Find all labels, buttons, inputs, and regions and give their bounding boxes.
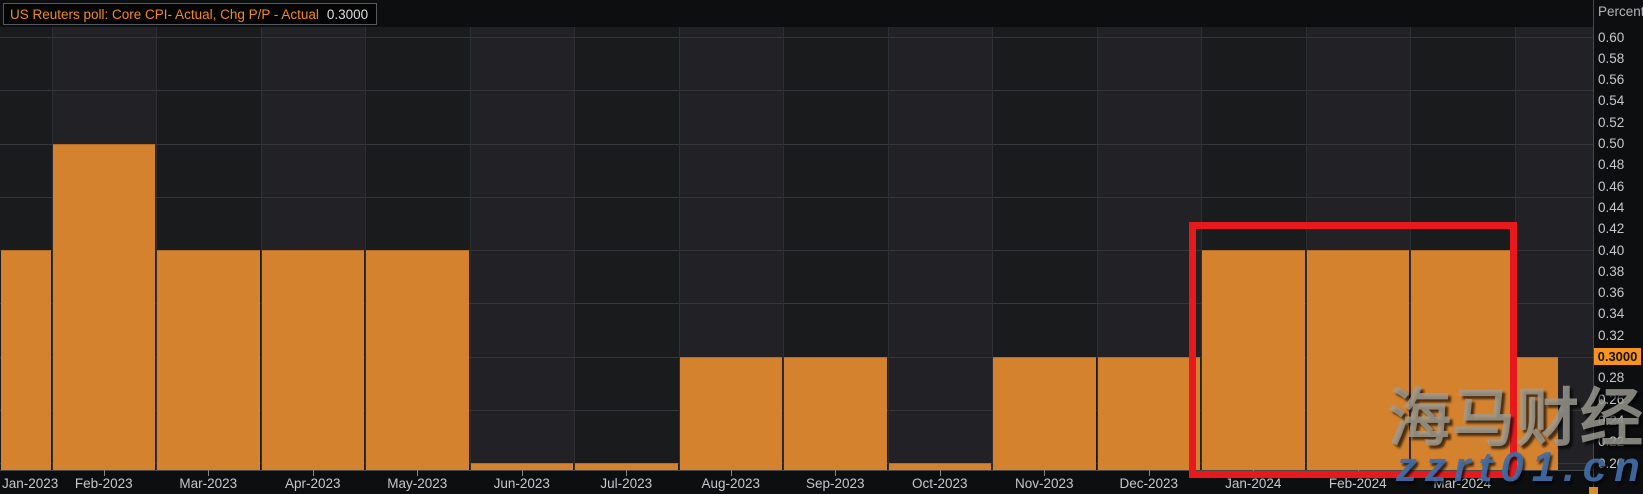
x-axis-label: Feb-2023 [75, 476, 133, 491]
bar-Aug-2023[interactable] [680, 357, 783, 471]
vertical-gridline [574, 27, 575, 470]
bar-Feb-2023[interactable] [53, 144, 156, 471]
y-axis-label: 0.40 [1598, 243, 1624, 258]
y-axis-label: 0.58 [1598, 51, 1624, 66]
x-axis-label: Sep-2023 [806, 476, 865, 491]
bar-Apr-2023[interactable] [262, 250, 365, 470]
x-axis-label: Jan-2024 [1225, 476, 1281, 491]
y-axis-label: 0.38 [1598, 264, 1624, 279]
x-axis-label: Mar-2023 [179, 476, 237, 491]
month-column [888, 27, 993, 470]
x-axis-label: Aug-2023 [702, 476, 761, 491]
month-column [470, 27, 575, 470]
y-axis-label: 0.50 [1598, 136, 1624, 151]
bar-May-2023[interactable] [366, 250, 469, 470]
horizontal-gridline [0, 37, 1593, 38]
bar-Sep-2023[interactable] [784, 357, 887, 471]
x-axis-label: Jul-2023 [600, 476, 652, 491]
series-legend-box[interactable]: US Reuters poll: Core CPI- Actual, Chg P… [3, 3, 377, 25]
terminal-chart-window: Jan-2023 Feb-2023 Mar-2023 Apr-2023 May-2023… [0, 0, 1643, 494]
axis-unit-label: Percent [1598, 4, 1643, 19]
x-axis-label: Jun-2023 [494, 476, 550, 491]
month-column [574, 27, 679, 470]
bar-Jan-2023[interactable] [1, 250, 51, 470]
y-axis-label: 0.44 [1598, 200, 1624, 215]
y-axis-label: 0.36 [1598, 285, 1624, 300]
horizontal-gridline [0, 197, 1593, 198]
vertical-gridline [470, 27, 471, 470]
y-axis-label: 0.46 [1598, 179, 1624, 194]
series-title: US Reuters poll: Core CPI- Actual, Chg P… [10, 7, 319, 22]
current-value-badge: 0.3000 [1594, 348, 1641, 365]
horizontal-gridline [0, 144, 1593, 145]
watermark-site: zzrt01.cn [1396, 443, 1643, 491]
y-axis-label: 0.56 [1598, 72, 1624, 87]
bar-Dec-2023[interactable] [1098, 357, 1201, 471]
y-axis-label: 0.42 [1598, 221, 1624, 236]
x-axis-label: Feb-2024 [1329, 476, 1387, 491]
y-axis-label: 0.60 [1598, 30, 1624, 45]
vertical-gridline [888, 27, 889, 470]
x-axis-label: Dec-2023 [1120, 476, 1179, 491]
bar-Jun-2023[interactable] [471, 463, 574, 470]
series-current-value: 0.3000 [327, 7, 368, 22]
x-axis-label: Jan-2023 [2, 476, 58, 491]
y-axis-label: 0.34 [1598, 306, 1624, 321]
x-axis-label: Apr-2023 [285, 476, 341, 491]
horizontal-gridline [0, 90, 1593, 91]
bar-Mar-2023[interactable] [157, 250, 260, 470]
bar-Oct-2023[interactable] [889, 463, 992, 470]
y-axis-label: 0.52 [1598, 115, 1624, 130]
x-axis-label: Oct-2023 [912, 476, 968, 491]
x-axis-label: Nov-2023 [1015, 476, 1074, 491]
y-axis-label: 0.48 [1598, 157, 1624, 172]
bar-Nov-2023[interactable] [993, 357, 1096, 471]
bar-Jul-2023[interactable] [575, 463, 678, 470]
y-axis-label: 0.54 [1598, 93, 1624, 108]
x-axis-label: May-2023 [387, 476, 447, 491]
y-axis-label: 0.32 [1598, 328, 1624, 343]
